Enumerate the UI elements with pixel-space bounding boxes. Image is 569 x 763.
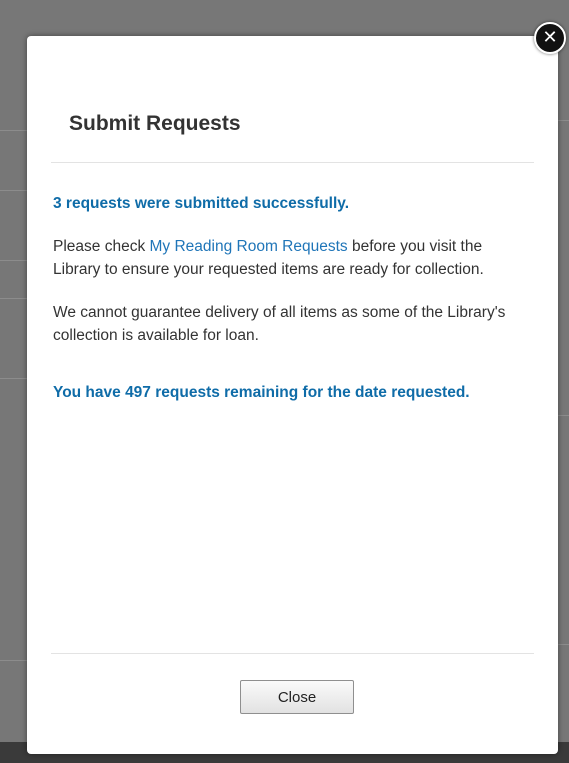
background-divider	[0, 298, 30, 299]
background-divider	[0, 130, 30, 131]
dialog-content: 3 requests were submitted successfully. …	[53, 192, 523, 404]
my-reading-room-requests-link[interactable]: My Reading Room Requests	[150, 238, 348, 255]
background-divider	[0, 660, 30, 661]
background-divider	[0, 260, 30, 261]
dialog-title: Submit Requests	[69, 112, 241, 135]
remaining-requests-message: You have 497 requests remaining for the …	[53, 384, 470, 401]
close-icon[interactable]: ✕	[534, 22, 566, 54]
guarantee-text: We cannot guarantee delivery of all item…	[53, 304, 506, 344]
background-divider	[0, 378, 30, 379]
submit-requests-dialog: Submit Requests 3 requests were submitte…	[27, 36, 558, 754]
header-divider	[51, 162, 534, 163]
background-divider	[0, 190, 30, 191]
check-prefix: Please check	[53, 238, 150, 255]
footer-divider	[51, 653, 534, 654]
success-message: 3 requests were submitted successfully.	[53, 195, 350, 212]
check-requests-text: Please check My Reading Room Requests be…	[53, 235, 523, 281]
close-button[interactable]: Close	[240, 680, 354, 714]
